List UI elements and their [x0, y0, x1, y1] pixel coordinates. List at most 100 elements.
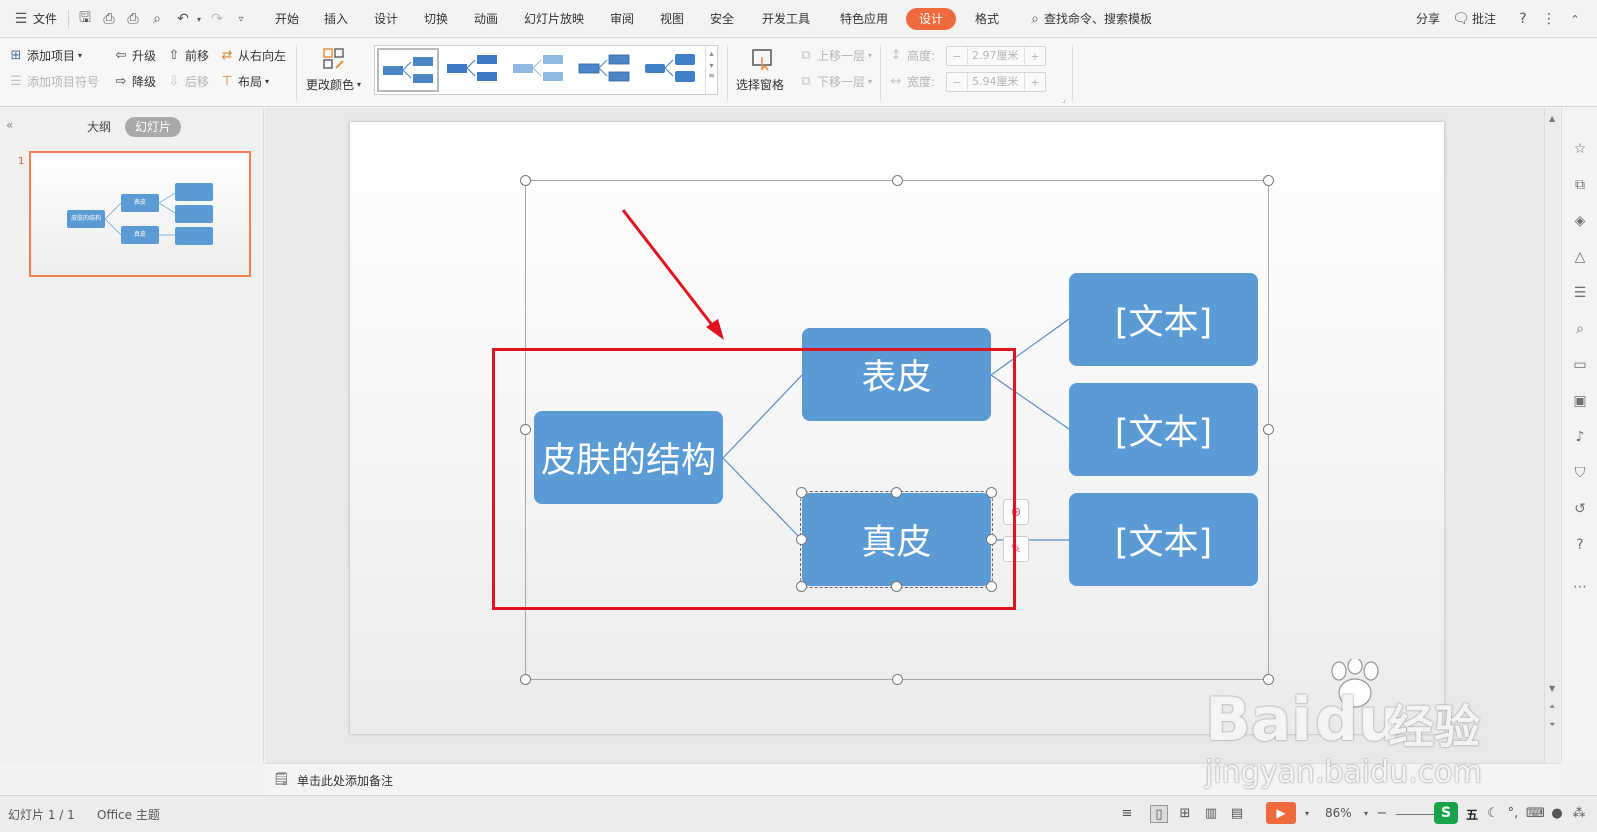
tab-security[interactable]: 安全: [710, 9, 734, 29]
width-stepper[interactable]: − 5.94厘米 +: [946, 72, 1046, 92]
more-options-icon[interactable]: ⋮: [1540, 10, 1558, 28]
style-thumb-3[interactable]: [509, 48, 571, 92]
slide-page[interactable]: 皮肤的结构 表皮 真皮 [文本] [文本] [文本] ⊕ ✎: [350, 122, 1444, 734]
notes-placeholder[interactable]: 单击此处添加备注: [297, 772, 393, 789]
tab-smartart-design[interactable]: 设计: [906, 8, 956, 30]
add-item-button[interactable]: ⊞ 添加项目 ▾: [8, 46, 82, 66]
tab-developer[interactable]: 开发工具: [762, 9, 810, 29]
search-command[interactable]: 查找命令、搜索模板: [1044, 9, 1152, 29]
search-icon[interactable]: ⌕: [1026, 10, 1044, 28]
gallery-scroll[interactable]: ▴ ▾ ≡: [705, 46, 717, 94]
selection-pane-icon[interactable]: [750, 47, 774, 71]
print-icon[interactable]: ⎙: [124, 10, 142, 28]
sogou-ime-icon[interactable]: S: [1434, 802, 1458, 824]
picture-search-icon[interactable]: ⌕: [1571, 320, 1589, 338]
keyboard-icon[interactable]: ⌨: [1526, 805, 1545, 823]
zoom-out-icon[interactable]: −: [1373, 805, 1391, 823]
undo-dropdown-icon[interactable]: ▾: [190, 10, 208, 28]
copy-shape-icon[interactable]: ⧉: [1571, 176, 1589, 194]
help-icon[interactable]: ?: [1514, 10, 1532, 28]
style-thumb-1[interactable]: [377, 48, 439, 92]
scroll-up-icon[interactable]: ▲: [1549, 114, 1555, 123]
redo-icon[interactable]: ↷: [208, 10, 226, 28]
collapse-ribbon-icon[interactable]: ⌃: [1566, 10, 1584, 28]
ime-mode[interactable]: 五: [1466, 806, 1478, 823]
shield-icon[interactable]: ⛉: [1571, 464, 1589, 482]
layout-button[interactable]: ⊤ 布局 ▾: [219, 72, 269, 92]
star-icon[interactable]: ☆: [1571, 140, 1589, 158]
play-slideshow-button[interactable]: ▶: [1266, 802, 1296, 824]
tab-design[interactable]: 设计: [374, 9, 398, 29]
file-menu[interactable]: 文件: [33, 9, 57, 29]
notes-pane[interactable]: 🗒 单击此处添加备注: [265, 763, 1560, 795]
height-input[interactable]: 2.97厘米: [967, 47, 1025, 65]
slide-sorter-icon[interactable]: ⊞: [1176, 805, 1194, 823]
style-thumb-2[interactable]: [443, 48, 505, 92]
height-increase-button[interactable]: +: [1025, 50, 1045, 63]
hamburger-menu-icon[interactable]: ☰: [12, 10, 30, 28]
customize-toolbar-icon[interactable]: ▿: [232, 10, 250, 28]
archive-icon[interactable]: ▭: [1571, 356, 1589, 374]
theme-name[interactable]: Office 主题: [97, 806, 160, 823]
grid-icon[interactable]: ⁂: [1570, 805, 1588, 823]
width-decrease-button[interactable]: −: [947, 76, 967, 89]
user-icon[interactable]: ●: [1548, 805, 1566, 823]
promote-button[interactable]: ⇦ 升级: [113, 46, 156, 66]
history-icon[interactable]: ↺: [1571, 500, 1589, 518]
normal-view-icon[interactable]: ▯: [1150, 805, 1168, 823]
tab-insert[interactable]: 插入: [324, 9, 348, 29]
tab-slides[interactable]: 幻灯片: [125, 117, 182, 137]
print-preview-icon[interactable]: ⌕: [148, 10, 166, 28]
save-icon[interactable]: 🖫: [76, 10, 94, 28]
tab-animations[interactable]: 动画: [474, 9, 498, 29]
width-increase-button[interactable]: +: [1025, 76, 1045, 89]
height-stepper[interactable]: − 2.97厘米 +: [946, 46, 1046, 66]
demote-button[interactable]: ⇨ 降级: [113, 72, 156, 92]
tab-review[interactable]: 审阅: [610, 9, 634, 29]
tab-home[interactable]: 开始: [275, 9, 299, 29]
moon-icon[interactable]: ☾: [1484, 805, 1502, 823]
adjust-sliders-icon[interactable]: ☰: [1571, 284, 1589, 302]
prev-slide-icon[interactable]: ⏶: [1549, 702, 1555, 712]
speaker-icon[interactable]: ♪: [1571, 428, 1589, 446]
tab-transitions[interactable]: 切换: [424, 9, 448, 29]
image-icon[interactable]: ▣: [1571, 392, 1589, 410]
zoom-level[interactable]: 86%: [1325, 806, 1352, 820]
selection-pane-button[interactable]: 选择窗格: [736, 75, 784, 95]
tab-outline[interactable]: 大纲: [87, 117, 111, 137]
gallery-more-icon[interactable]: ≡: [706, 71, 717, 80]
help-circle-icon[interactable]: ?: [1571, 536, 1589, 554]
reading-view-icon[interactable]: ▥: [1202, 805, 1220, 823]
gallery-down-icon[interactable]: ▾: [706, 61, 717, 70]
punctuation-icon[interactable]: °,: [1504, 805, 1522, 823]
send-backward-button[interactable]: ⧉ 下移一层 ▾: [798, 72, 872, 92]
tab-format[interactable]: 格式: [975, 9, 999, 29]
style-thumb-5[interactable]: [641, 48, 703, 92]
share-button[interactable]: 分享: [1416, 9, 1440, 29]
palette-icon[interactable]: [322, 47, 346, 71]
slide-thumbnail[interactable]: 皮肤的结构 表皮 真皮: [29, 151, 251, 277]
shapes-icon[interactable]: ◈: [1571, 212, 1589, 230]
zoom-slider[interactable]: [1396, 814, 1436, 815]
next-slide-icon[interactable]: ⏷: [1549, 720, 1555, 730]
move-backward-button[interactable]: ⇩ 后移: [166, 72, 209, 92]
vertical-scrollbar[interactable]: ▲ ▼ ⏶ ⏷: [1544, 108, 1560, 763]
width-input[interactable]: 5.94厘米: [967, 73, 1025, 91]
right-to-left-button[interactable]: ⇄ 从右向左: [219, 46, 286, 66]
height-decrease-button[interactable]: −: [947, 50, 967, 63]
fill-icon[interactable]: △: [1571, 248, 1589, 266]
comment-button[interactable]: 批注: [1472, 9, 1496, 29]
move-forward-button[interactable]: ⇧ 前移: [166, 46, 209, 66]
size-dialog-launcher-icon[interactable]: ⌟: [1062, 95, 1066, 104]
gallery-up-icon[interactable]: ▴: [706, 49, 717, 58]
tab-special-apps[interactable]: 特色应用: [840, 9, 888, 29]
change-color-button[interactable]: 更改颜色 ▾: [306, 75, 361, 95]
scroll-down-icon[interactable]: ▼: [1549, 684, 1555, 693]
tab-view[interactable]: 视图: [660, 9, 684, 29]
tab-slideshow[interactable]: 幻灯片放映: [524, 9, 584, 29]
output-pdf-icon[interactable]: ⎙: [100, 10, 118, 28]
style-thumb-4[interactable]: [575, 48, 637, 92]
collapse-panel-icon[interactable]: «: [6, 118, 13, 132]
notes-toggle-icon[interactable]: ≡: [1118, 805, 1136, 823]
more-icon[interactable]: ⋯: [1571, 578, 1589, 596]
